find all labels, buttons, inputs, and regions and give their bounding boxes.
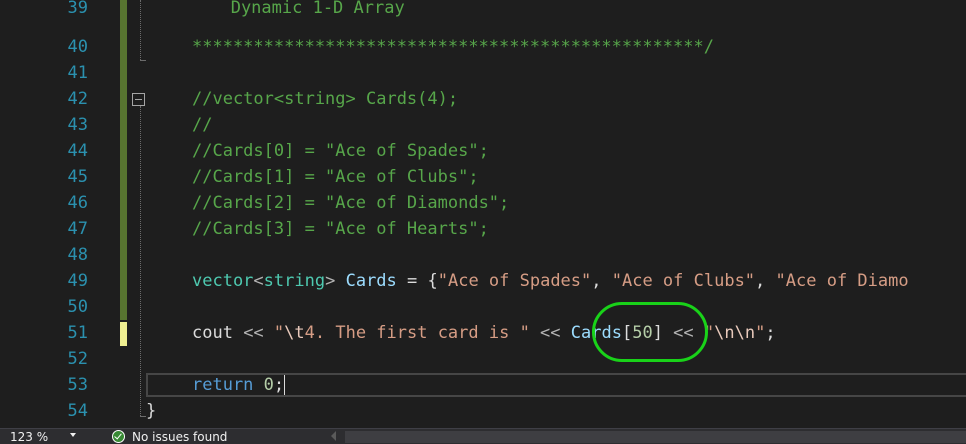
line-number: 39: [67, 0, 88, 18]
outline-end-marker: [140, 60, 146, 61]
code-line-53[interactable]: return 0;: [192, 372, 286, 398]
token-op: >: [325, 271, 336, 291]
token-punct: = {: [396, 271, 438, 291]
line-number-margin[interactable]: 39 40 41 42 43 44 45 46 47 48 49 50 51 5…: [34, 0, 120, 428]
token-keyword: return: [192, 375, 254, 395]
token-punct: ;: [765, 323, 776, 343]
token-string: ": [755, 323, 766, 343]
outline-guide: [140, 106, 141, 416]
token-op: <<: [529, 323, 571, 343]
chevron-down-icon[interactable]: [70, 433, 76, 437]
line-number: 53: [67, 375, 88, 395]
token-variable: Cards: [345, 271, 397, 291]
code-line-54[interactable]: }: [146, 398, 156, 424]
line-number: 48: [67, 245, 88, 265]
line-number: 46: [67, 193, 88, 213]
token-identifier: cout: [192, 323, 233, 343]
scroll-left-arrow-icon[interactable]: [331, 431, 336, 441]
zoom-level[interactable]: 123 %: [10, 430, 48, 444]
line-number: 42: [67, 89, 88, 109]
token-op: <: [253, 271, 264, 291]
line-number: 54: [67, 401, 88, 421]
token-punct: ,: [591, 271, 612, 291]
token-type: string: [263, 271, 326, 291]
token-escape: \t: [284, 323, 305, 343]
line-number: 45: [67, 167, 88, 187]
token-string: "Ace of Clubs": [611, 271, 756, 291]
horizontal-scrollbar[interactable]: [345, 431, 966, 443]
line-number: 41: [67, 63, 88, 83]
token-type: vector: [192, 271, 254, 291]
saved-change-indicator: [120, 0, 127, 320]
line-number: 44: [67, 141, 88, 161]
code-editor[interactable]: 39 40 41 42 43 44 45 46 47 48 49 50 51 5…: [0, 0, 966, 428]
code-line-43[interactable]: //: [192, 112, 212, 138]
token-escape: \n\n: [714, 323, 756, 343]
code-line-49[interactable]: vector<string> Cards = {"Ace of Spades",…: [192, 268, 909, 294]
line-number: 50: [67, 297, 88, 317]
code-line-46[interactable]: //Cards[2] = "Ace of Diamonds";: [192, 190, 509, 216]
highlight-annotation-circle: [592, 302, 708, 362]
editor-status-bar: 123 % No issues found: [0, 428, 966, 444]
token-punct: ,: [755, 271, 776, 291]
issues-status[interactable]: No issues found: [132, 430, 227, 444]
token-op: <<: [232, 323, 274, 343]
token-string: 4. The first card is ": [304, 323, 530, 343]
collapse-toggle-icon[interactable]: [132, 93, 145, 106]
code-line-44[interactable]: //Cards[0] = "Ace of Spades";: [192, 138, 489, 164]
check-circle-icon: [112, 430, 125, 443]
code-line-40[interactable]: ****************************************…: [192, 34, 714, 60]
token-string: "Ace of Diamo: [775, 271, 909, 291]
code-line-47[interactable]: //Cards[3] = "Ace of Hearts";: [192, 216, 489, 242]
text-caret: [284, 375, 286, 395]
token-string: "Ace of Spades": [437, 271, 592, 291]
line-number: 51: [67, 323, 88, 343]
token-punct: ;: [273, 375, 285, 395]
line-number: 52: [67, 349, 88, 369]
code-line-39[interactable]: Dynamic 1-D Array: [200, 0, 405, 21]
token-number: 0: [253, 375, 274, 395]
unsaved-change-indicator: [120, 322, 127, 346]
line-number: 47: [67, 219, 88, 239]
code-line-45[interactable]: //Cards[1] = "Ace of Clubs";: [192, 164, 479, 190]
code-line-42[interactable]: //vector<string> Cards(4);: [192, 86, 458, 112]
line-number: 40: [67, 37, 88, 57]
line-number: 49: [67, 271, 88, 291]
line-number: 43: [67, 115, 88, 135]
token-string: ": [273, 323, 285, 343]
outline-guide: [140, 0, 141, 60]
